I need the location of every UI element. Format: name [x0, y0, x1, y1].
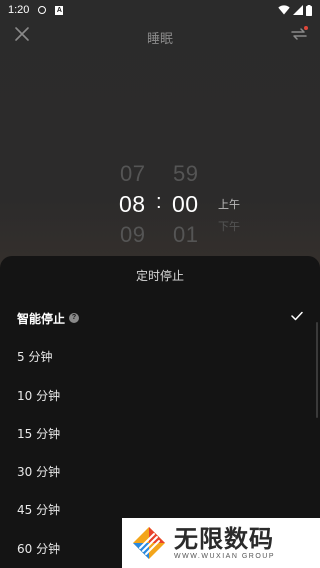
watermark: 无限数码 WWW.WUXIAN GROUP [122, 518, 320, 568]
watermark-text: 无限数码 WWW.WUXIAN GROUP [174, 526, 275, 561]
status-time: 1:20 [8, 4, 30, 16]
option-label: 15 分钟 [17, 426, 61, 441]
option-label: 60 分钟 [17, 541, 61, 556]
page-title: 睡眠 [146, 32, 173, 47]
help-icon[interactable]: ? [69, 313, 80, 323]
option-label: 30 分钟 [17, 464, 61, 479]
option-30-min[interactable]: 30 分钟 [0, 452, 320, 490]
check-icon [291, 311, 303, 321]
sync-ring-icon [38, 6, 47, 14]
option-15-min[interactable]: 15 分钟 [0, 414, 320, 452]
brand-logo-icon [133, 527, 165, 559]
watermark-sub: WWW.WUXIAN GROUP [174, 552, 275, 560]
status-left: 1:20 A [8, 4, 64, 16]
hour-prev[interactable]: 07 [120, 161, 145, 187]
sheet-scrollbar[interactable] [316, 322, 318, 418]
option-label: 智能停止 [17, 311, 66, 326]
minute-prev[interactable]: 59 [173, 161, 198, 187]
cellular-icon [293, 5, 303, 15]
swap-icon [291, 26, 308, 40]
watermark-main: 无限数码 [174, 524, 274, 553]
status-bar: 1:20 A [0, 0, 320, 20]
top-bar: 睡眠 [0, 22, 320, 48]
battery-icon [306, 4, 312, 16]
hour-next[interactable]: 09 [120, 222, 145, 248]
minute-selected[interactable]: 00 [172, 191, 199, 218]
time-picker[interactable]: 07 08 09 : 59 00 01 上午 下午 [0, 155, 320, 255]
wifi-icon [278, 5, 290, 15]
sleep-screen: 1:20 A 睡眠 07 08 09: 59 00 01 上午 下午 定时停止… [0, 0, 320, 568]
option-10-min[interactable]: 10 分钟 [0, 376, 320, 414]
a-badge-icon: A [55, 5, 64, 15]
option-label: 10 分钟 [17, 388, 61, 403]
minute-next[interactable]: 01 [173, 222, 198, 248]
option-5-min[interactable]: 5 分钟 [0, 337, 320, 375]
option-label: 5 分钟 [17, 349, 53, 364]
am-option[interactable]: 上午 [218, 196, 240, 212]
status-right [278, 4, 312, 16]
hour-selected[interactable]: 08 [119, 191, 146, 218]
mode-switch-button[interactable] [290, 25, 308, 43]
sheet-title: 定时停止 [135, 269, 184, 283]
pm-option[interactable]: 下午 [218, 218, 240, 234]
time-separator: : [156, 191, 162, 213]
option-label: 45 分钟 [17, 502, 61, 517]
option-smart-stop[interactable]: 智能停止 ? [0, 299, 320, 337]
